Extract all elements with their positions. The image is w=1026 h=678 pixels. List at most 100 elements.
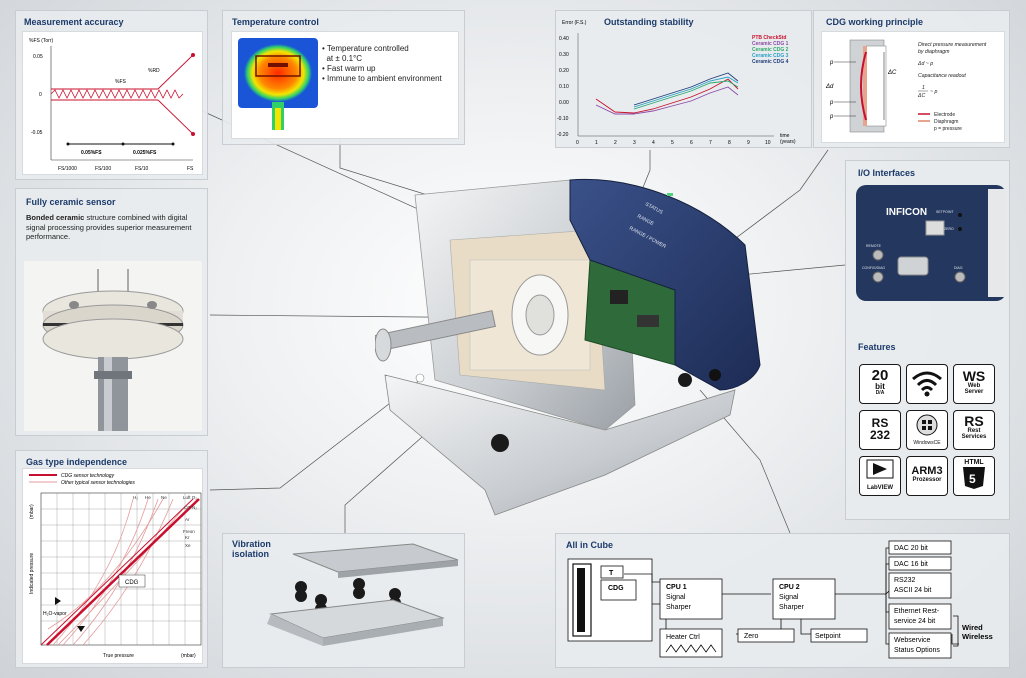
stability-ytick-3: 0.20 [559, 68, 569, 74]
io-title: I/O Interfaces [858, 168, 916, 178]
cube-cpu2-line2: Signal [779, 594, 799, 601]
gas-label-he: He [145, 495, 151, 500]
temp-bullet-4: • Immune to ambient environment [322, 74, 442, 83]
accuracy-ytick-3: -0.05 [31, 130, 43, 136]
vibration-image [267, 543, 459, 646]
ceramic-description: Bonded ceramic structure combined with d… [26, 213, 202, 242]
html5-version: 5 [969, 472, 976, 486]
cube-t-label: T [609, 570, 614, 577]
cube-dac16-label: DAC 16 bit [894, 561, 928, 568]
io-port-setpoint: SETPOINT [936, 210, 954, 214]
thermal-image [238, 38, 318, 130]
cube-ascii-label: ASCII 24 bit [894, 587, 931, 594]
stability-xtick-5: 5 [671, 140, 674, 146]
cube-cpu1-line3: Sharper [666, 604, 692, 611]
cube-heater-label: Heater Ctrl [666, 634, 700, 641]
cube-rs232-label: RS232 [894, 577, 916, 584]
accuracy-xtick-3: FS/10 [135, 166, 149, 172]
feature-wifi [906, 364, 948, 404]
stability-ytick-2: 0.30 [559, 52, 569, 58]
labview-icon [866, 459, 894, 479]
cdg-label-p2: p [829, 100, 834, 106]
stability-xtick-4: 4 [652, 140, 655, 146]
stability-ytick-6: -0.10 [557, 116, 569, 122]
gas-legend-cdg: CDG sensor technology [61, 473, 115, 479]
gas-xunit: (mbar) [181, 653, 196, 659]
stability-xtick-0: 0 [576, 140, 579, 146]
stability-xtick-6: 6 [690, 140, 693, 146]
feature-labview: LabVIEW [859, 456, 901, 496]
stability-xunit: (years) [780, 139, 796, 145]
feature-rest-services: RS Rest Services [953, 410, 995, 450]
cube-cpu1-label: CPU 1 [666, 584, 687, 591]
panel-vibration-isolation: Vibration isolation [222, 533, 465, 668]
accuracy-label-fs: %FS [115, 79, 127, 85]
panel-measurement-accuracy: Measurement accuracy %FS (Torr) 0.05 0 -… [15, 10, 208, 180]
accuracy-xtick-2: FS/100 [95, 166, 111, 172]
gas-xlabel: True pressure [103, 653, 134, 659]
cube-status-label: Status Options [894, 647, 940, 654]
cube-block-diagram: T CDG CPU 1 Signal Sharper CPU 2 Signal … [567, 540, 993, 659]
gas-chart: CDG sensor technology Other typical sens… [29, 473, 202, 659]
accuracy-ytick-1: 0.05 [33, 54, 43, 60]
io-port-remote: REMOTE [866, 244, 882, 248]
accuracy-label-rd: %RD [148, 68, 160, 74]
cdg-label-p1: p [829, 60, 834, 66]
cube-dac20-label: DAC 20 bit [894, 545, 928, 552]
io-port-config: CONFIG/DIAG [862, 266, 885, 270]
panel-ceramic-sensor: Fully ceramic sensor Bonded ceramic stru… [15, 188, 208, 436]
cdg-eq-1: Δd ~ p [917, 61, 933, 67]
gas-label-ne: Ne [161, 495, 167, 500]
ceramic-title: Fully ceramic sensor [26, 197, 116, 207]
cdg-eq-2: 1 [922, 85, 925, 91]
accuracy-ytick-2: 0 [39, 92, 42, 98]
cdg-eq-3: ΔC [917, 93, 925, 99]
cube-wireless-label: Wireless [962, 632, 993, 641]
gas-label-co: CO N₂ [184, 505, 197, 510]
panel-temperature-control: Temperature control • Temperature contro… [222, 10, 465, 145]
io-port-diag: DIAG [954, 266, 963, 270]
cdg-eq-4: ~ p [930, 89, 937, 95]
cdg-legend-pressure: p = pressure [934, 126, 962, 132]
stability-xtick-10: 10 [765, 140, 771, 146]
cdg-title: CDG working principle [826, 17, 924, 27]
feature-windows-ce: WindowsCE [906, 410, 948, 450]
gas-label-ar: Ar [185, 517, 190, 522]
ceramic-bold: Bonded ceramic [26, 213, 85, 222]
gas-title: Gas type independence [26, 457, 128, 467]
stability-ylabel: Error (F.S.) [562, 20, 587, 26]
gas-label-freon: Freon [183, 529, 195, 534]
accuracy-ylabel: %FS (Torr) [29, 38, 54, 44]
cube-setpoint-label: Setpoint [815, 633, 841, 640]
stability-ytick-4: 0.10 [559, 84, 569, 90]
html5-icon: 5 [963, 467, 985, 489]
stability-chart: Error (F.S.) 0.40 0.30 0.20 0.10 0.00 -0… [557, 20, 796, 146]
accuracy-chart-box: %FS (Torr) 0.05 0 -0.05 %FS %RD 0.05%FS … [22, 31, 203, 175]
stability-legend-cdg4: Ceramic CDG 4 [752, 59, 789, 65]
cube-cpu1-line2: Signal [666, 594, 686, 601]
wifi-icon [912, 371, 942, 397]
cdg-label-dc: ΔC [887, 70, 897, 76]
cdg-diagram: p Δd p p ΔC Direct pressure measurement … [825, 39, 987, 133]
stability-xtick-3: 3 [633, 140, 636, 146]
gas-legend-other: Other typical sensor technologies [61, 480, 135, 486]
cube-zero-label: Zero [744, 633, 759, 640]
accuracy-value-2: 0.025%FS [133, 150, 157, 156]
cdg-legend-diaphragm: Diaphragm [934, 119, 958, 125]
gas-label-xe: Xe [185, 543, 191, 548]
cdg-legend-electrode: Electrode [934, 112, 955, 118]
accuracy-xtick-1: FS/1000 [58, 166, 77, 172]
accuracy-chart: %FS (Torr) 0.05 0 -0.05 %FS %RD 0.05%FS … [29, 38, 195, 172]
temp-bullet-3: • Fast warm up [322, 64, 376, 73]
feature-rs232: RS 232 [859, 410, 901, 450]
cube-webservice-label: Webservice [894, 637, 931, 644]
panel-gas-type: Gas type independence CDG sensor technol… [15, 450, 208, 668]
cube-cpu2-line3: Sharper [779, 604, 805, 611]
features-title: Features [858, 342, 896, 352]
stability-xtick-9: 9 [747, 140, 750, 146]
cube-cdg-label: CDG [608, 585, 624, 592]
stability-xtick-7: 7 [709, 140, 712, 146]
cube-ethernet-line2: service 24 bit [894, 618, 935, 625]
accuracy-xtick-4: FS [187, 166, 194, 172]
io-device-image: INFICON SETPOINT ZERO REMOTE CONFIG/DIAG… [856, 185, 1006, 301]
